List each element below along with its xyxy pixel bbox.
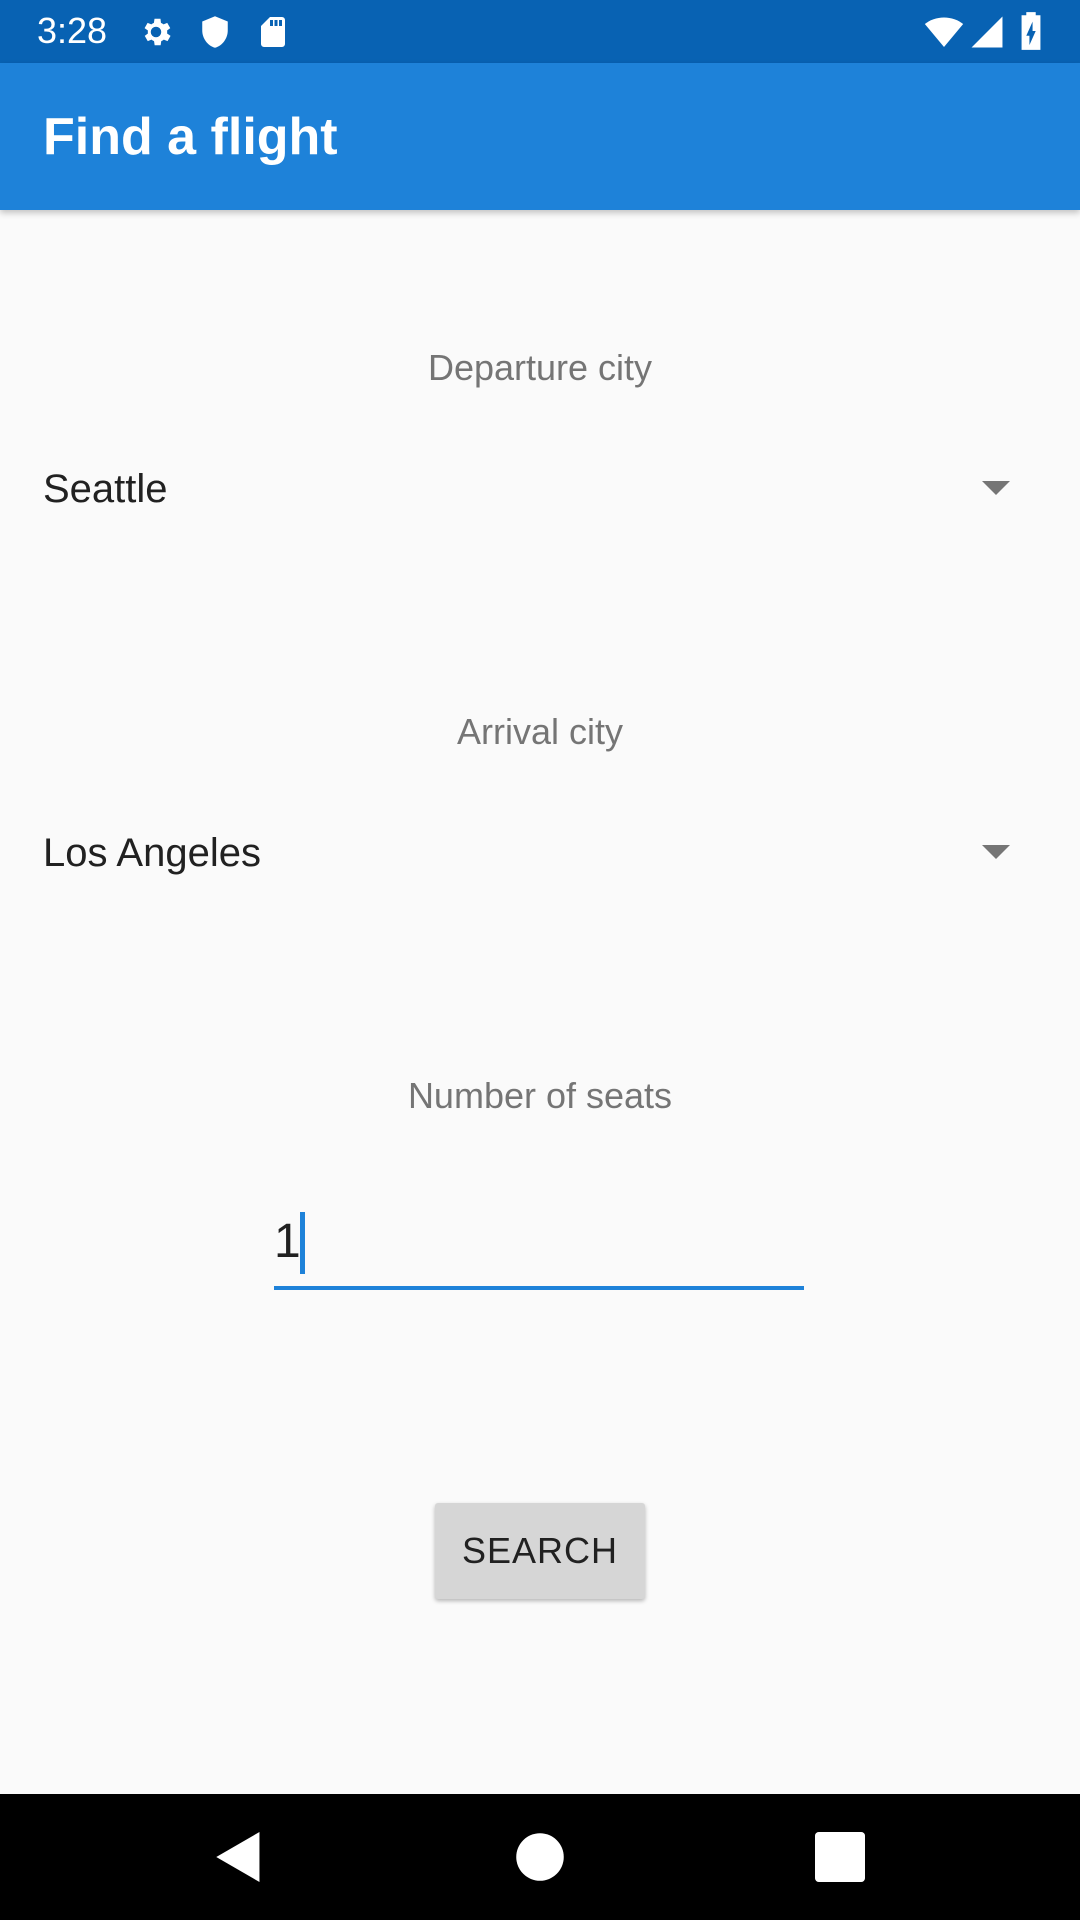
seats-label: Number of seats	[407, 1075, 673, 1116]
arrival-city-label: Arrival city	[456, 711, 623, 752]
page-title: Find a flight	[43, 108, 338, 166]
wifi-icon	[924, 17, 964, 47]
battery-charging-icon	[1021, 12, 1041, 50]
signal-icon	[971, 16, 1003, 48]
departure-city-value: Seattle	[43, 467, 168, 511]
dropdown-arrow-icon	[982, 481, 1010, 495]
status-time: 3:28	[37, 10, 108, 51]
text-cursor	[300, 1212, 305, 1274]
seats-input[interactable]: 1	[274, 1200, 804, 1290]
search-button[interactable]: SEARCH	[435, 1503, 645, 1599]
dropdown-arrow-icon	[982, 845, 1010, 859]
gear-icon	[144, 18, 171, 46]
navigation-bar	[0, 1794, 1080, 1920]
home-icon[interactable]	[515, 1832, 565, 1882]
seats-value: 1	[274, 1215, 301, 1268]
status-bar: 3:28	[0, 0, 1080, 63]
recents-icon[interactable]	[815, 1832, 865, 1882]
sd-card-icon	[261, 17, 285, 47]
back-icon[interactable]	[214, 1832, 264, 1882]
departure-city-label: Departure city	[427, 347, 653, 388]
shield-icon	[202, 16, 228, 48]
app-bar: Find a flight	[0, 63, 1080, 210]
arrival-city-spinner[interactable]: Los Angeles	[0, 801, 1080, 911]
departure-city-spinner[interactable]: Seattle	[0, 437, 1080, 547]
arrival-city-value: Los Angeles	[43, 831, 261, 875]
find-flight-screen: 3:28 Find a flight Departure city Seattl…	[0, 0, 1080, 1920]
